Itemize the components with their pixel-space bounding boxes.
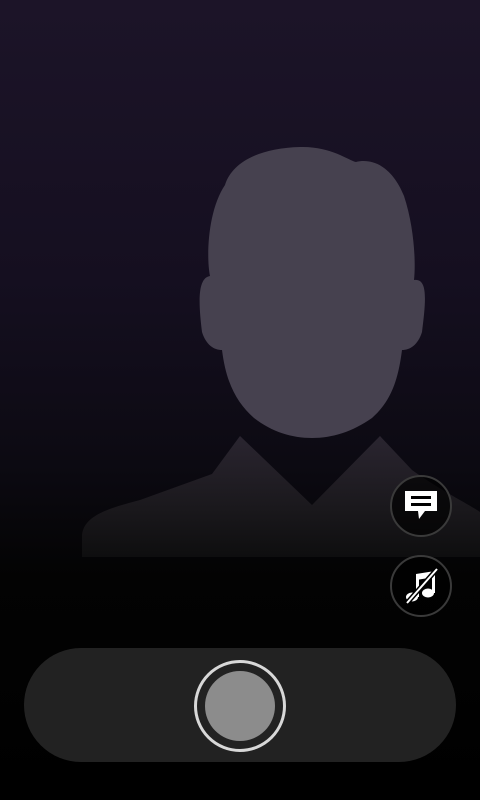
record-button[interactable] [194, 660, 286, 752]
screen [0, 0, 480, 800]
avatar-head [199, 146, 425, 438]
music-toggle-button[interactable] [390, 555, 452, 617]
chat-bubble-icon [405, 491, 437, 519]
chat-button[interactable] [390, 475, 452, 537]
record-button-core [205, 671, 275, 741]
music-muted-icon [405, 567, 439, 605]
